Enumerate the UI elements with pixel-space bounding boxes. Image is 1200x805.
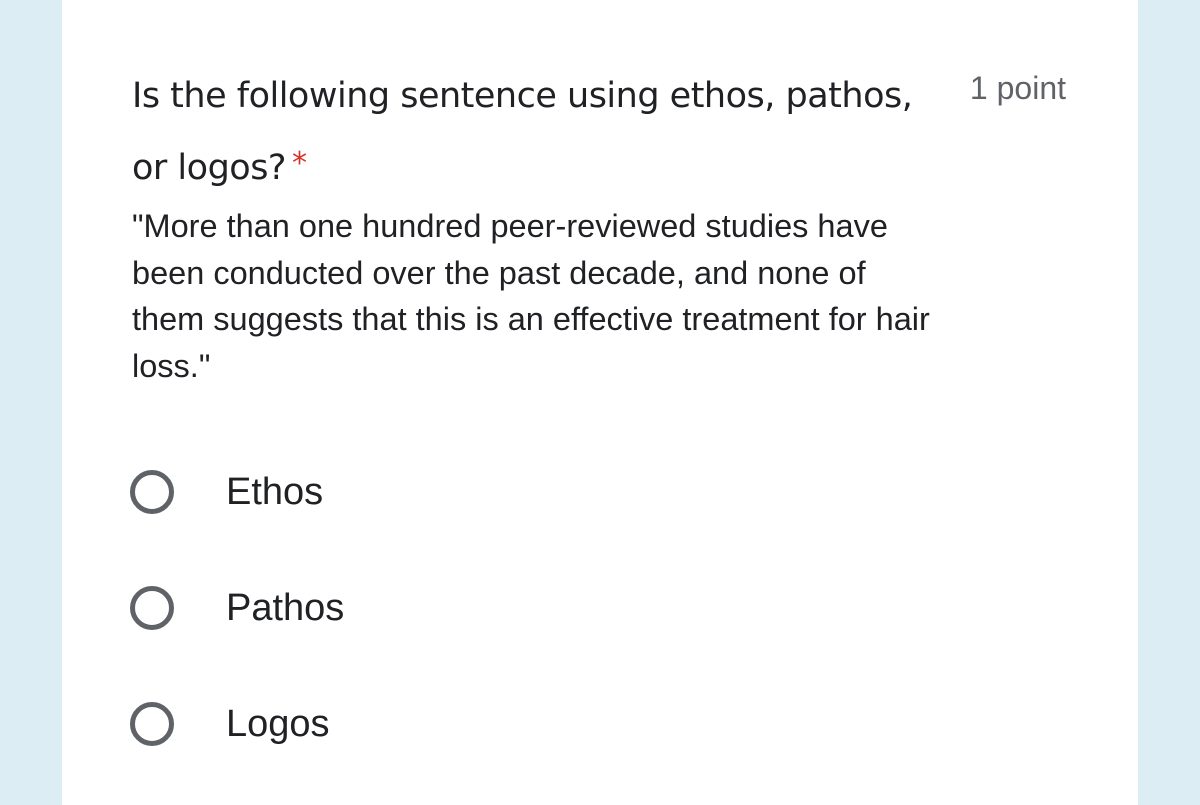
option-pathos[interactable]: Pathos (130, 578, 344, 638)
required-marker: * (292, 146, 307, 181)
radio-button-pathos[interactable] (130, 586, 174, 630)
option-logos[interactable]: Logos (130, 694, 330, 754)
question-description: "More than one hundred peer-reviewed stu… (132, 208, 930, 384)
option-ethos[interactable]: Ethos (130, 462, 323, 522)
radio-button-logos[interactable] (130, 702, 174, 746)
option-label-logos: Logos (226, 702, 330, 745)
question-title: Is the following sentence using ethos, p… (132, 62, 922, 202)
question-title-text: Is the following sentence using ethos, p… (132, 76, 913, 188)
points-label: 1 point (969, 70, 1066, 106)
option-label-pathos: Pathos (226, 586, 345, 629)
option-label-ethos: Ethos (226, 470, 324, 513)
question-card: Is the following sentence using ethos, p… (62, 0, 1138, 805)
radio-button-ethos[interactable] (130, 470, 174, 514)
